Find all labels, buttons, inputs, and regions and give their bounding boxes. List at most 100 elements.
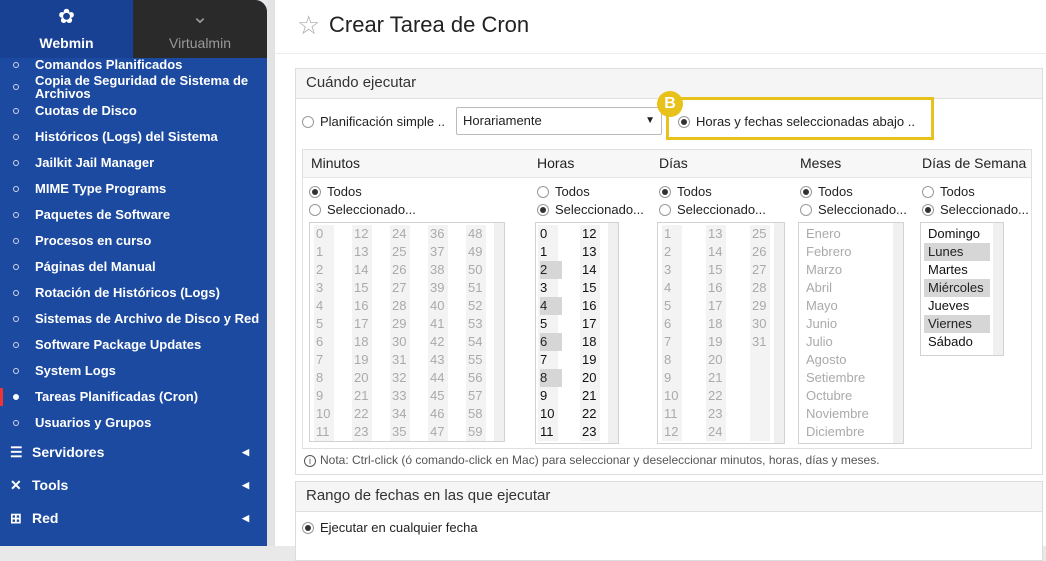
list-option[interactable]: 30 [392, 333, 414, 351]
list-option[interactable]: 15 [354, 279, 376, 297]
list-option[interactable]: Febrero [802, 243, 890, 261]
list-option[interactable]: 28 [752, 279, 774, 297]
any-date-option[interactable]: Ejecutar en cualquier fecha [302, 520, 478, 535]
sidebar-item[interactable]: Usuarios y Grupos [0, 410, 267, 436]
list-option[interactable]: 36 [430, 225, 452, 243]
list-option[interactable]: 23 [582, 423, 604, 441]
list-option[interactable]: 55 [468, 351, 490, 369]
list-option[interactable]: Lunes [924, 243, 990, 261]
list-option[interactable]: Enero [802, 225, 890, 243]
list-option[interactable]: 2 [664, 243, 686, 261]
simple-schedule-select[interactable]: Horariamente ▼ [456, 107, 662, 135]
selected-times-radio[interactable] [678, 115, 690, 128]
list-option[interactable]: 20 [354, 369, 376, 387]
sidebar-item[interactable]: Rotación de Históricos (Logs) [0, 280, 267, 306]
sidebar-item[interactable]: Jailkit Jail Manager [0, 150, 267, 176]
list-option[interactable]: 4 [540, 297, 562, 315]
hours-all-option[interactable]: Todos [537, 184, 590, 199]
list-option[interactable]: 0 [316, 225, 338, 243]
sidebar-group[interactable]: ✕ Tools ◀ [0, 469, 267, 502]
list-option[interactable]: 19 [582, 351, 604, 369]
list-option[interactable]: 59 [468, 423, 490, 441]
list-option[interactable]: 14 [582, 261, 604, 279]
days-all-option[interactable]: Todos [659, 184, 712, 199]
list-option[interactable]: 18 [708, 315, 730, 333]
months-all-radio[interactable] [800, 185, 812, 198]
list-option[interactable]: 4 [316, 297, 338, 315]
list-option[interactable]: Marzo [802, 261, 890, 279]
list-option[interactable]: 31 [752, 333, 774, 351]
list-option[interactable]: 11 [316, 423, 338, 441]
list-option[interactable]: 54 [468, 333, 490, 351]
list-option[interactable]: 50 [468, 261, 490, 279]
sidebar-item[interactable]: System Logs [0, 358, 267, 384]
list-option[interactable]: 9 [664, 369, 686, 387]
list-option[interactable]: 42 [430, 333, 452, 351]
days-listbox[interactable]: 1 2 3 4 5 6 7 8 9 10 11 12 13 14 15 16 17 18 19 20 21 22 23 24 2… [657, 222, 785, 444]
list-option[interactable]: 8 [540, 369, 562, 387]
list-option[interactable]: 46 [430, 405, 452, 423]
list-option[interactable]: 14 [354, 261, 376, 279]
list-option[interactable]: 24 [392, 225, 414, 243]
list-option[interactable]: 40 [430, 297, 452, 315]
list-option[interactable]: 1 [664, 225, 686, 243]
list-option[interactable]: 25 [752, 225, 774, 243]
list-option[interactable]: 25 [392, 243, 414, 261]
list-option[interactable]: Diciembre [802, 423, 890, 441]
list-option[interactable]: Abril [802, 279, 890, 297]
sidebar-item[interactable]: Sistemas de Archivo de Disco y Red [0, 306, 267, 332]
list-option[interactable]: 22 [354, 405, 376, 423]
list-option[interactable]: Octubre [802, 387, 890, 405]
list-option[interactable]: 1 [316, 243, 338, 261]
list-option[interactable]: 21 [708, 369, 730, 387]
list-option[interactable]: 16 [582, 297, 604, 315]
weekdays-selected-option[interactable]: Seleccionado... [922, 202, 1029, 217]
list-option[interactable]: 33 [392, 387, 414, 405]
sidebar-item[interactable]: MIME Type Programs [0, 176, 267, 202]
list-option[interactable]: 30 [752, 315, 774, 333]
list-option[interactable]: Agosto [802, 351, 890, 369]
list-option[interactable]: 43 [430, 351, 452, 369]
days-all-radio[interactable] [659, 185, 671, 198]
list-option[interactable]: 10 [316, 405, 338, 423]
simple-schedule-option[interactable]: Planificación simple .. [302, 114, 445, 129]
list-option[interactable]: 9 [540, 387, 562, 405]
weekdays-all-option[interactable]: Todos [922, 184, 975, 199]
list-option[interactable]: Noviembre [802, 405, 890, 423]
list-option[interactable]: 5 [316, 315, 338, 333]
list-option[interactable]: 10 [664, 387, 686, 405]
list-option[interactable]: 29 [752, 297, 774, 315]
list-option[interactable]: 11 [664, 405, 686, 423]
list-option[interactable]: 2 [316, 261, 338, 279]
weekdays-listbox[interactable]: Domingo Lunes Martes Miércoles Jueves Viernes… [920, 222, 1004, 356]
list-option[interactable]: 35 [392, 423, 414, 441]
list-option[interactable]: 17 [708, 297, 730, 315]
sidebar-group[interactable]: ☰ Servidores ◀ [0, 436, 267, 469]
list-option[interactable]: 24 [708, 423, 730, 441]
list-scrollbar[interactable] [494, 223, 504, 441]
list-option[interactable]: 48 [468, 225, 490, 243]
list-option[interactable]: 7 [316, 351, 338, 369]
sidebar-item[interactable]: Procesos en curso [0, 228, 267, 254]
sidebar-item[interactable]: Software Package Updates [0, 332, 267, 358]
list-option[interactable]: 23 [354, 423, 376, 441]
list-option[interactable]: Mayo [802, 297, 890, 315]
list-option[interactable]: 1 [540, 243, 562, 261]
list-option[interactable]: 16 [708, 279, 730, 297]
tab-virtualmin[interactable]: ⌄ Virtualmin [133, 0, 267, 58]
list-scrollbar[interactable] [993, 223, 1003, 355]
list-option[interactable]: 38 [430, 261, 452, 279]
weekdays-selected-radio[interactable] [922, 203, 934, 216]
minutes-listbox[interactable]: 0 1 2 3 4 5 6 7 8 9 10 11 12 13 14 15 16 17 18 19 20 21 22 23 24… [309, 222, 505, 442]
hours-selected-radio[interactable] [537, 203, 549, 216]
list-option[interactable]: 21 [354, 387, 376, 405]
minutes-all-radio[interactable] [309, 185, 321, 198]
list-option[interactable]: 27 [752, 261, 774, 279]
list-option[interactable]: 6 [316, 333, 338, 351]
list-option[interactable]: 56 [468, 369, 490, 387]
list-option[interactable]: 27 [392, 279, 414, 297]
list-option[interactable]: 20 [708, 351, 730, 369]
list-option[interactable]: 11 [540, 423, 562, 441]
list-option[interactable]: 41 [430, 315, 452, 333]
list-option[interactable]: 12 [582, 225, 604, 243]
